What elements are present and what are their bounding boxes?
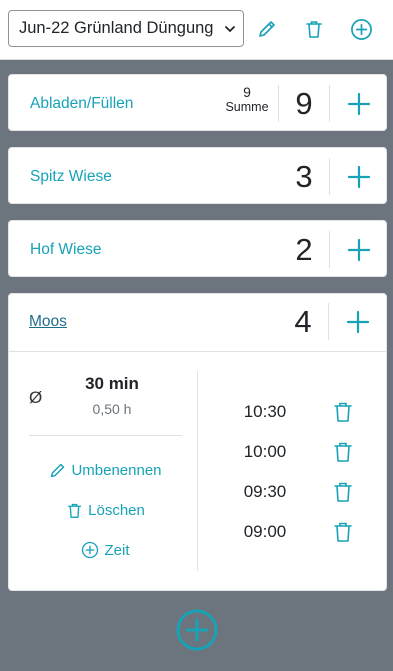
trash-icon	[334, 522, 352, 542]
time-value: 09:00	[243, 522, 287, 541]
event-select-value: Jun-22 Grünland Düngung	[19, 19, 214, 37]
category-card[interactable]: Moos 4	[8, 293, 387, 350]
category-label[interactable]: Moos	[29, 293, 67, 350]
trash-icon	[334, 482, 352, 502]
category-count: 3	[295, 158, 313, 194]
add-entry-button[interactable]	[330, 221, 387, 278]
add-entry-button[interactable]	[330, 75, 387, 132]
delete-time-button[interactable]	[331, 440, 355, 464]
delete-time-button[interactable]	[331, 480, 355, 504]
time-entry: 10:00	[234, 438, 364, 466]
category-card[interactable]: Spitz Wiese 3	[8, 147, 387, 204]
time-value: 10:30	[243, 402, 287, 421]
delete-event-button[interactable]	[302, 17, 326, 41]
delete-label: Löschen	[88, 501, 145, 519]
add-entry-button[interactable]	[329, 293, 386, 350]
average-duration: 30 min	[85, 374, 139, 393]
add-category-button[interactable]	[176, 609, 218, 651]
category-detail-panel: Moos 4 Ø 30 min 0,50 h Umbenennen Lösche…	[8, 293, 387, 591]
category-card[interactable]: Abladen/Füllen 9 Summe 9	[8, 74, 387, 131]
trash-icon	[334, 442, 352, 462]
time-value: 10:00	[243, 442, 287, 461]
top-bar: Jun-22 Grünland Düngung	[0, 0, 393, 60]
average-hours: 0,50 h	[92, 401, 132, 417]
delete-button[interactable]: Löschen	[29, 499, 182, 521]
divider	[197, 371, 198, 571]
average-symbol: Ø	[29, 388, 43, 407]
event-select[interactable]: Jun-22 Grünland Düngung	[8, 10, 244, 47]
category-count: 4	[294, 303, 312, 339]
sum-box: 9 Summe	[215, 85, 279, 115]
plus-icon	[347, 165, 370, 188]
category-label[interactable]: Spitz Wiese	[30, 148, 112, 205]
time-entry: 09:30	[234, 478, 364, 506]
time-value: 09:30	[243, 482, 287, 501]
category-count: 9	[295, 85, 313, 121]
pencil-icon	[259, 21, 275, 37]
plus-icon	[347, 238, 370, 261]
category-card[interactable]: Hof Wiese 2	[8, 220, 387, 277]
plus-circle-icon	[350, 18, 372, 40]
rename-label: Umbenennen	[71, 461, 162, 479]
time-entry: 10:30	[234, 398, 364, 426]
category-label[interactable]: Hof Wiese	[30, 221, 102, 278]
plus-icon	[347, 92, 370, 115]
sum-value: 9	[243, 84, 251, 100]
chevron-down-icon	[225, 26, 235, 32]
delete-time-button[interactable]	[331, 400, 355, 424]
rename-button[interactable]: Umbenennen	[29, 459, 182, 481]
plus-icon	[346, 310, 369, 333]
plus-circle-icon	[176, 609, 218, 651]
add-entry-button[interactable]	[330, 148, 387, 205]
pencil-icon	[51, 463, 65, 477]
plus-circle-icon	[82, 541, 99, 559]
category-label[interactable]: Abladen/Füllen	[30, 75, 133, 132]
add-event-button[interactable]	[349, 17, 373, 41]
divider	[29, 435, 182, 436]
edit-event-button[interactable]	[255, 17, 279, 41]
divider	[9, 351, 386, 352]
trash-icon	[68, 503, 82, 518]
add-time-label: Zeit	[104, 541, 130, 559]
trash-icon	[334, 402, 352, 422]
delete-time-button[interactable]	[331, 520, 355, 544]
sum-label: Summe	[225, 100, 269, 114]
trash-icon	[306, 21, 322, 38]
add-time-button[interactable]: Zeit	[29, 539, 182, 561]
time-entry: 09:00	[234, 518, 364, 546]
category-count: 2	[295, 231, 313, 267]
